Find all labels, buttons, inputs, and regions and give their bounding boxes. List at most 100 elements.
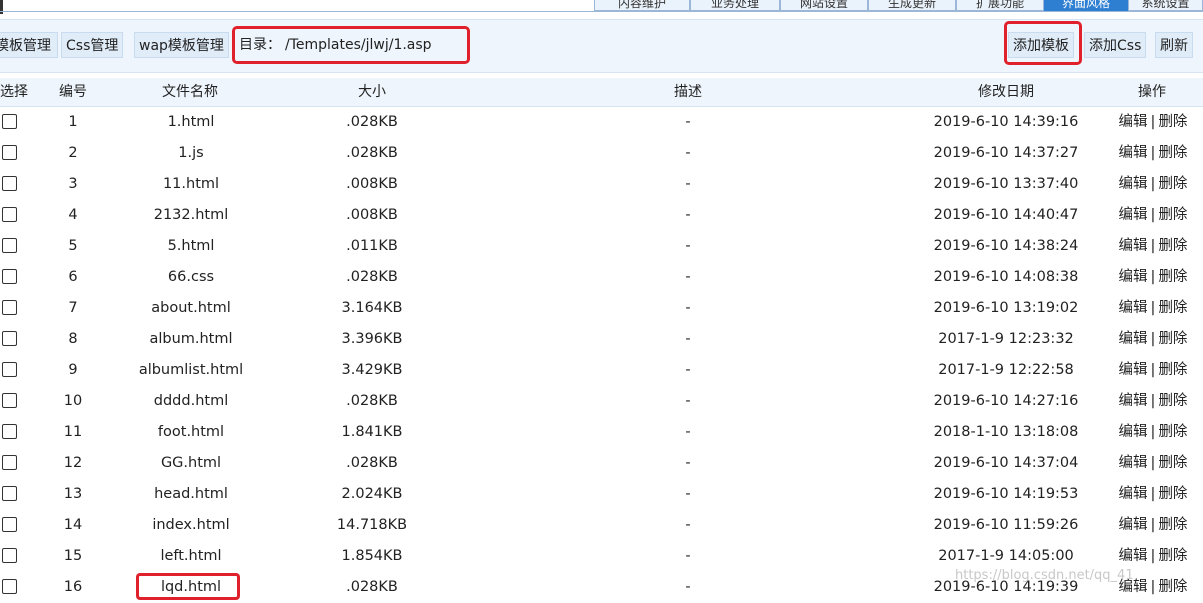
row-filename[interactable]: about.html [110,293,272,324]
template-manage-label: 模板管理 [0,38,51,54]
delete-link[interactable]: 删除 [1158,114,1187,130]
row-checkbox[interactable] [2,145,17,160]
row-checkbox[interactable] [2,114,17,129]
delete-link[interactable]: 删除 [1158,331,1187,347]
template-manage-button[interactable]: 模板管理 [0,32,58,58]
edit-link[interactable]: 编辑 [1119,548,1148,564]
row-filename[interactable]: 1.html [110,107,272,138]
action-separator: | [1150,207,1156,223]
delete-link[interactable]: 删除 [1158,455,1187,471]
row-checkbox[interactable] [2,176,17,191]
row-filename[interactable]: 2132.html [110,200,272,231]
row-filename[interactable]: 66.css [110,262,272,293]
delete-link[interactable]: 删除 [1158,579,1187,595]
row-number: 10 [63,393,83,409]
row-checkbox[interactable] [2,548,17,563]
row-modified-date: 2019-6-10 13:37:40 [933,176,1079,192]
edit-link[interactable]: 编辑 [1119,424,1148,440]
row-checkbox[interactable] [2,331,17,346]
css-manage-button[interactable]: Css管理 [61,32,124,58]
add-css-button[interactable]: 添加Css [1084,32,1147,58]
row-checkbox[interactable] [2,238,17,253]
row-checkbox[interactable] [2,424,17,439]
edit-link[interactable]: 编辑 [1119,238,1148,254]
tab-extensions[interactable]: 扩展功能 [956,0,1044,11]
row-checkbox[interactable] [2,362,17,377]
delete-link[interactable]: 删除 [1158,207,1187,223]
edit-link[interactable]: 编辑 [1119,145,1148,161]
row-filename[interactable]: album.html [110,324,272,355]
row-filename[interactable]: left.html [110,541,272,572]
delete-link[interactable]: 删除 [1158,548,1187,564]
edit-link[interactable]: 编辑 [1119,393,1148,409]
tab-system[interactable]: 系统设置 [1128,0,1203,11]
edit-link[interactable]: 编辑 [1119,455,1148,471]
table-row: 8 album.html 3.396KB - 2017-1-9 12:23:32 编辑 | 删… [0,324,1203,355]
row-checkbox[interactable] [2,455,17,470]
action-separator: | [1150,424,1156,440]
row-checkbox[interactable] [2,300,17,315]
table-header: 选择 编号 文件名称 大小 描述 修改日期 操作 [0,78,1203,107]
delete-link[interactable]: 删除 [1158,269,1187,285]
row-modified-date: 2019-6-10 14:27:16 [933,393,1079,409]
row-filename[interactable]: dddd.html [110,386,272,417]
header-select: 选择 [0,84,28,100]
edit-link[interactable]: 编辑 [1119,486,1148,502]
action-separator: | [1150,300,1156,316]
row-actions: 编辑 | 删除 [1108,293,1198,324]
edit-link[interactable]: 编辑 [1119,207,1148,223]
edit-link[interactable]: 编辑 [1119,176,1148,192]
row-filename[interactable]: 11.html [110,169,272,200]
edit-link[interactable]: 编辑 [1119,362,1148,378]
delete-link[interactable]: 删除 [1158,176,1187,192]
row-filename[interactable]: head.html [110,479,272,510]
row-modified-date: 2017-1-9 12:22:58 [938,362,1074,378]
edit-link[interactable]: 编辑 [1119,579,1148,595]
delete-link[interactable]: 删除 [1158,424,1187,440]
row-checkbox[interactable] [2,517,17,532]
file-table: 1 1.html .028KB -2019-6-10 14:39:16 编辑 | 删除 2 1.… [0,107,1203,603]
row-checkbox[interactable] [2,207,17,222]
row-checkbox[interactable] [2,579,17,594]
delete-link[interactable]: 删除 [1158,517,1187,533]
row-filename[interactable]: 1.js [110,138,272,169]
delete-link[interactable]: 删除 [1158,238,1187,254]
row-description: - [685,114,691,130]
edit-link[interactable]: 编辑 [1119,331,1148,347]
row-checkbox[interactable] [2,486,17,501]
row-number: 7 [68,300,78,316]
tab-business[interactable]: 业务处理 [690,0,780,11]
tab-site-settings[interactable]: 网站设置 [780,0,868,11]
edit-link[interactable]: 编辑 [1119,269,1148,285]
delete-link[interactable]: 删除 [1158,486,1187,502]
refresh-button[interactable]: 刷新 [1155,32,1193,58]
delete-link[interactable]: 删除 [1158,362,1187,378]
edit-link[interactable]: 编辑 [1119,517,1148,533]
row-size: .028KB [346,393,398,409]
action-separator: | [1150,114,1156,130]
row-size: .028KB [346,579,398,595]
table-row: 10 dddd.html .028KB - 2019-6-10 14:27:16 编辑 | 删… [0,386,1203,417]
table-row: 16 lqd.html .028KB - 2019-6-10 14:19:39 编辑 | 删除 [0,572,1203,603]
edit-link[interactable]: 编辑 [1119,300,1148,316]
row-filename[interactable]: index.html [110,510,272,541]
row-filename[interactable]: foot.html [110,417,272,448]
row-size: .008KB [346,207,398,223]
row-filename[interactable]: 5.html [110,231,272,262]
action-separator: | [1150,455,1156,471]
delete-link[interactable]: 删除 [1158,393,1187,409]
add-template-button[interactable]: 添加模板 [1008,32,1074,58]
row-filename[interactable]: albumlist.html [110,355,272,386]
row-checkbox[interactable] [2,393,17,408]
edit-link[interactable]: 编辑 [1119,114,1148,130]
row-checkbox[interactable] [2,269,17,284]
delete-link[interactable]: 删除 [1158,145,1187,161]
row-size: .008KB [346,176,398,192]
tab-content[interactable]: 内容维护 [594,0,690,11]
delete-link[interactable]: 删除 [1158,300,1187,316]
row-filename[interactable]: lqd.html [110,572,272,603]
tab-interface-style[interactable]: 界面风格 [1044,0,1128,11]
wap-template-manage-button[interactable]: wap模板管理 [134,32,229,58]
tab-generate[interactable]: 生成更新 [868,0,956,11]
row-filename[interactable]: GG.html [110,448,272,479]
